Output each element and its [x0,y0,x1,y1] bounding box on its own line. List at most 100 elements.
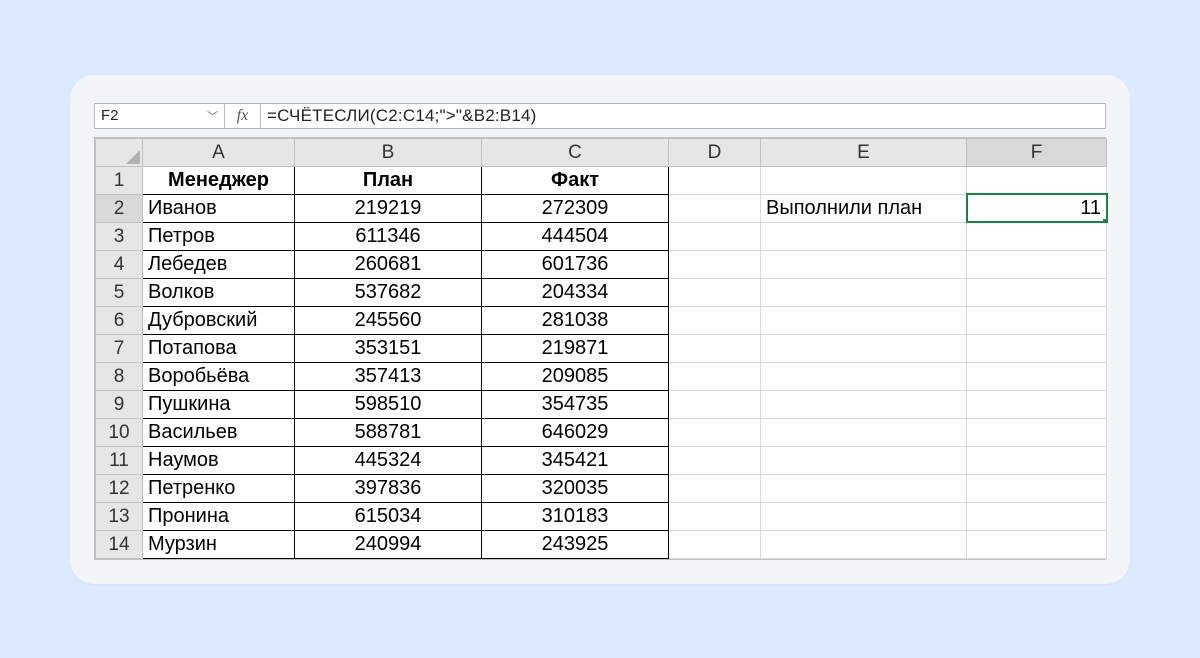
row-header-7[interactable]: 7 [96,334,143,362]
col-header-C[interactable]: C [482,138,669,166]
cell-D14[interactable] [669,530,761,558]
cell-E6[interactable] [761,306,967,334]
cell-B1[interactable]: План [295,166,482,194]
cell-C1[interactable]: Факт [482,166,669,194]
cell-E3[interactable] [761,222,967,250]
col-header-F[interactable]: F [967,138,1107,166]
spreadsheet-grid[interactable]: A B C D E F 1 Менеджер План Факт 2 Ивано… [94,137,1106,560]
cell-D9[interactable] [669,390,761,418]
cell-B8[interactable]: 357413 [295,362,482,390]
cell-F8[interactable] [967,362,1107,390]
cell-F1[interactable] [967,166,1107,194]
row-header-8[interactable]: 8 [96,362,143,390]
cell-E13[interactable] [761,502,967,530]
cell-D6[interactable] [669,306,761,334]
cell-A5[interactable]: Волков [143,278,295,306]
cell-A12[interactable]: Петренко [143,474,295,502]
cell-C3[interactable]: 444504 [482,222,669,250]
cell-B5[interactable]: 537682 [295,278,482,306]
cell-C9[interactable]: 354735 [482,390,669,418]
cell-D11[interactable] [669,446,761,474]
cell-B2[interactable]: 219219 [295,194,482,222]
cell-E5[interactable] [761,278,967,306]
row-header-11[interactable]: 11 [96,446,143,474]
chevron-down-icon[interactable]: ﹀ [207,108,218,124]
cell-E7[interactable] [761,334,967,362]
cell-B13[interactable]: 615034 [295,502,482,530]
cell-B14[interactable]: 240994 [295,530,482,558]
cell-D4[interactable] [669,250,761,278]
fx-icon[interactable]: fx [225,104,261,128]
cell-B4[interactable]: 260681 [295,250,482,278]
cell-F12[interactable] [967,474,1107,502]
cell-B11[interactable]: 445324 [295,446,482,474]
row-header-6[interactable]: 6 [96,306,143,334]
row-header-10[interactable]: 10 [96,418,143,446]
cell-F2[interactable]: 11 [967,194,1107,222]
cell-A13[interactable]: Пронина [143,502,295,530]
cell-E1[interactable] [761,166,967,194]
cell-B12[interactable]: 397836 [295,474,482,502]
row-header-13[interactable]: 13 [96,502,143,530]
cell-E12[interactable] [761,474,967,502]
cell-D13[interactable] [669,502,761,530]
row-header-5[interactable]: 5 [96,278,143,306]
cell-D1[interactable] [669,166,761,194]
cell-A4[interactable]: Лебедев [143,250,295,278]
cell-C10[interactable]: 646029 [482,418,669,446]
cell-F11[interactable] [967,446,1107,474]
cell-E14[interactable] [761,530,967,558]
cell-B3[interactable]: 611346 [295,222,482,250]
cell-B10[interactable]: 588781 [295,418,482,446]
row-header-14[interactable]: 14 [96,530,143,558]
cell-F14[interactable] [967,530,1107,558]
cell-E9[interactable] [761,390,967,418]
cell-C13[interactable]: 310183 [482,502,669,530]
row-header-3[interactable]: 3 [96,222,143,250]
name-box[interactable]: F2 ﹀ [95,104,225,128]
cell-E10[interactable] [761,418,967,446]
cell-C12[interactable]: 320035 [482,474,669,502]
cell-B9[interactable]: 598510 [295,390,482,418]
cell-C8[interactable]: 209085 [482,362,669,390]
cell-C6[interactable]: 281038 [482,306,669,334]
col-header-E[interactable]: E [761,138,967,166]
col-header-D[interactable]: D [669,138,761,166]
cell-F10[interactable] [967,418,1107,446]
cell-A2[interactable]: Иванов [143,194,295,222]
cell-C14[interactable]: 243925 [482,530,669,558]
cell-C7[interactable]: 219871 [482,334,669,362]
cell-C5[interactable]: 204334 [482,278,669,306]
cell-A8[interactable]: Воробьёва [143,362,295,390]
cell-D2[interactable] [669,194,761,222]
cell-D8[interactable] [669,362,761,390]
row-header-2[interactable]: 2 [96,194,143,222]
cell-F13[interactable] [967,502,1107,530]
cell-F9[interactable] [967,390,1107,418]
row-header-9[interactable]: 9 [96,390,143,418]
row-header-4[interactable]: 4 [96,250,143,278]
col-header-A[interactable]: A [143,138,295,166]
row-header-12[interactable]: 12 [96,474,143,502]
row-header-1[interactable]: 1 [96,166,143,194]
cell-D5[interactable] [669,278,761,306]
cell-E8[interactable] [761,362,967,390]
cell-C2[interactable]: 272309 [482,194,669,222]
cell-B6[interactable]: 245560 [295,306,482,334]
cell-D10[interactable] [669,418,761,446]
cell-E2[interactable]: Выполнили план [761,194,967,222]
cell-F5[interactable] [967,278,1107,306]
cell-D7[interactable] [669,334,761,362]
cell-D12[interactable] [669,474,761,502]
cell-D3[interactable] [669,222,761,250]
cell-C4[interactable]: 601736 [482,250,669,278]
cell-E11[interactable] [761,446,967,474]
col-header-B[interactable]: B [295,138,482,166]
cell-A14[interactable]: Мурзин [143,530,295,558]
cell-A11[interactable]: Наумов [143,446,295,474]
cell-A6[interactable]: Дубровский [143,306,295,334]
cell-A1[interactable]: Менеджер [143,166,295,194]
cell-A3[interactable]: Петров [143,222,295,250]
cell-A10[interactable]: Васильев [143,418,295,446]
select-all-corner[interactable] [96,138,143,166]
